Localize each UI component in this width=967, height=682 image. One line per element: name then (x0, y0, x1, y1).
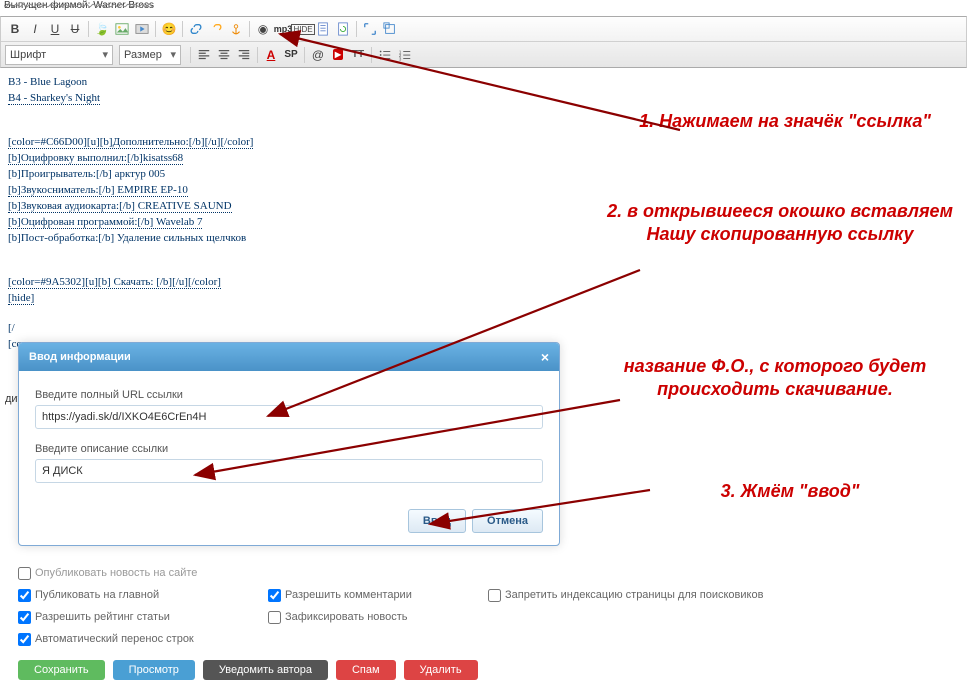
spam-button[interactable]: Спам (336, 660, 396, 680)
align-center-button[interactable] (215, 46, 233, 64)
autowrap-checkbox[interactable]: Автоматический перенос строк (18, 633, 194, 646)
tt-button[interactable]: TT (349, 46, 367, 64)
bold-button[interactable]: B (6, 20, 24, 38)
align-right-button[interactable] (235, 46, 253, 64)
publish-main-checkbox[interactable]: Публиковать на главной (18, 589, 228, 602)
allow-comments-checkbox[interactable]: Разрешить комментарии (268, 589, 448, 602)
annotation-1: 1. Нажимаем на значёк "ссылка" (620, 110, 950, 133)
desc-label: Введите описание ссылки (35, 443, 543, 455)
ok-button[interactable]: Ввод (408, 509, 466, 533)
leaf-icon[interactable]: 🍃 (93, 20, 111, 38)
list-bullet-button[interactable] (376, 46, 394, 64)
italic-button[interactable]: I (26, 20, 44, 38)
font-dropdown[interactable]: Шрифт (5, 45, 113, 65)
svg-text:3: 3 (399, 56, 402, 61)
at-button[interactable]: @ (309, 46, 327, 64)
collapse-icon[interactable] (381, 20, 399, 38)
unlink-button[interactable] (207, 20, 225, 38)
size-dropdown[interactable]: Размер (119, 45, 181, 65)
record-icon[interactable]: ◉ (254, 20, 272, 38)
desc-input[interactable] (35, 459, 543, 483)
font-color-button[interactable]: A (262, 46, 280, 64)
publish-site-checkbox[interactable]: Опубликовать новость на сайте (18, 567, 197, 580)
link-button[interactable] (187, 20, 205, 38)
annotation-4: 3. Жмём "ввод" (630, 480, 950, 503)
notify-button[interactable]: Уведомить автора (203, 660, 328, 680)
page-refresh-icon[interactable] (334, 20, 352, 38)
align-left-button[interactable] (195, 46, 213, 64)
editor-toolbar: B I U U 🍃 😊 ◉ mp3 HIDE Шрифт Размер A SP (0, 16, 967, 68)
delete-button[interactable]: Удалить (404, 660, 478, 680)
link-dialog: Ввод информации × Введите полный URL ссы… (18, 342, 560, 546)
anchor-button[interactable] (227, 20, 245, 38)
page-icon[interactable] (314, 20, 332, 38)
close-icon[interactable]: × (541, 349, 549, 365)
action-buttons: Сохранить Просмотр Уведомить автора Спам… (18, 660, 478, 680)
video-icon[interactable] (133, 20, 151, 38)
youtube-button[interactable]: ▶ (329, 46, 347, 64)
allow-rating-checkbox[interactable]: Разрешить рейтинг статьи (18, 611, 228, 624)
strike-button[interactable]: U (66, 20, 84, 38)
image-icon[interactable] (113, 20, 131, 38)
options-checkboxes: Опубликовать новость на сайте Публиковат… (18, 560, 803, 652)
fix-news-checkbox[interactable]: Зафиксировать новость (268, 611, 408, 624)
dialog-title: Ввод информации (29, 351, 131, 363)
mp3-button[interactable]: mp3 (274, 20, 292, 38)
expand-icon[interactable] (361, 20, 379, 38)
url-label: Введите полный URL ссылки (35, 389, 543, 401)
list-number-button[interactable]: 123 (396, 46, 414, 64)
annotation-3: название Ф.О., с которого будет происход… (590, 355, 960, 400)
sp-button[interactable]: SP (282, 46, 300, 64)
breadcrumb-text: Выпущен фирмой: Warner Bross (0, 0, 967, 16)
noindex-checkbox[interactable]: Запретить индексацию страницы для поиско… (488, 589, 763, 602)
underline-button[interactable]: U (46, 20, 64, 38)
hide-button[interactable]: HIDE (294, 20, 312, 38)
save-button[interactable]: Сохранить (18, 660, 105, 680)
preview-button[interactable]: Просмотр (113, 660, 195, 680)
annotation-2: 2. в открывшееся окошко вставляем Нашу с… (600, 200, 960, 245)
url-input[interactable] (35, 405, 543, 429)
emoji-button[interactable]: 😊 (160, 20, 178, 38)
cancel-button[interactable]: Отмена (472, 509, 543, 533)
